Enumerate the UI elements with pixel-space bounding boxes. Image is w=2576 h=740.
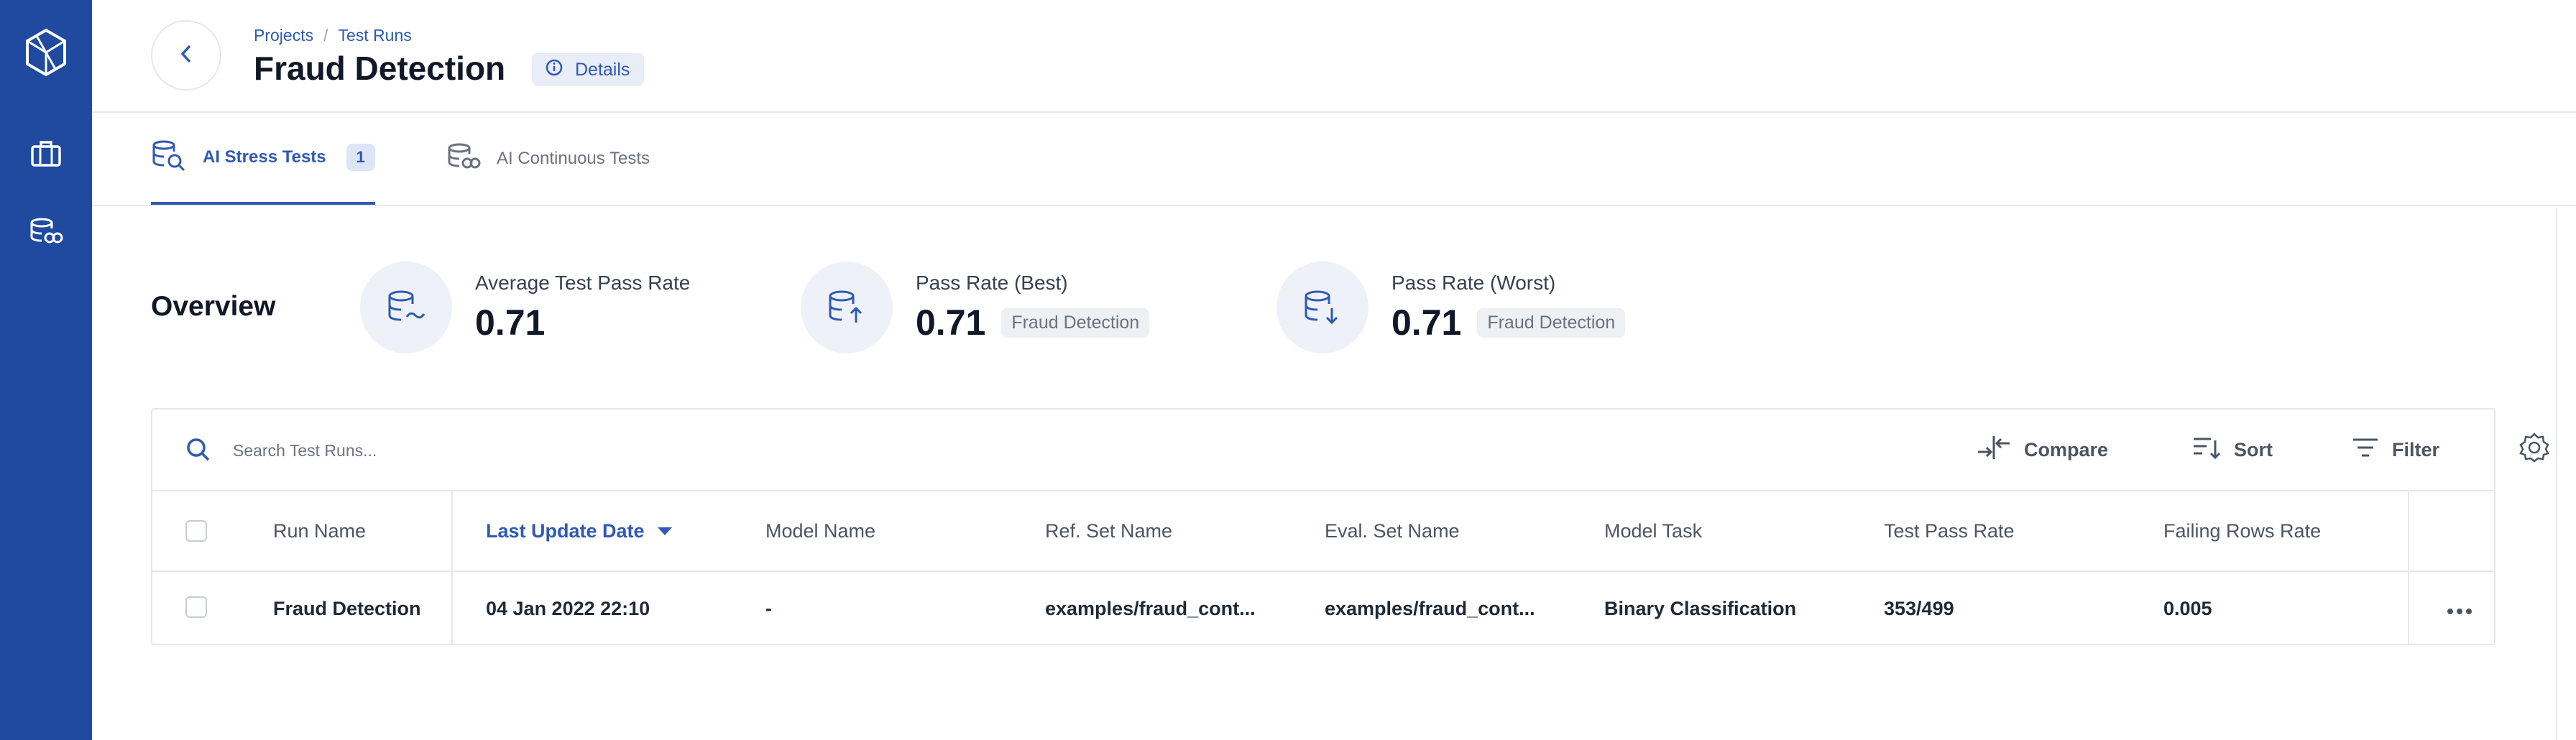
details-button[interactable]: Details <box>532 53 645 86</box>
stat-label: Pass Rate (Worst) <box>1392 272 1556 294</box>
stat-value: 0.71 <box>1392 302 1462 343</box>
row-actions-button[interactable] <box>2438 572 2481 645</box>
database-tests-icon <box>29 217 63 249</box>
column-header-run-name[interactable]: Run Name <box>273 491 366 570</box>
sidebar-item-tests[interactable] <box>24 211 68 254</box>
compare-button[interactable]: Compare <box>1977 431 2108 468</box>
row-checkbox[interactable] <box>185 596 207 618</box>
cube-logo-icon[interactable] <box>24 27 68 78</box>
chevron-left-icon <box>178 43 194 68</box>
page-title: Fraud Detection <box>254 50 506 87</box>
sort-label: Sort <box>2234 438 2273 461</box>
table-header: Run Name Last Update Date Model Name Ref… <box>152 491 2494 572</box>
database-search-icon <box>151 139 187 177</box>
details-label: Details <box>575 59 630 80</box>
stat-label: Pass Rate (Best) <box>916 272 1068 294</box>
briefcase-icon <box>30 139 62 172</box>
cell-eval-set-name: examples/fraud_cont... <box>1325 597 1535 619</box>
tab-ai-continuous-tests[interactable]: AI Continuous Tests <box>446 113 650 205</box>
page-header: Projects / Test Runs Fraud Detection Det… <box>92 0 2576 113</box>
cell-run-name: Fraud Detection <box>273 597 421 619</box>
table-row[interactable]: Fraud Detection 04 Jan 2022 22:10 - exam… <box>152 572 2494 645</box>
breadcrumb-projects[interactable]: Projects <box>254 26 313 45</box>
search-icon <box>185 437 211 466</box>
cell-ref-set-name: examples/fraud_cont... <box>1045 597 1256 619</box>
filter-label: Filter <box>2392 438 2440 461</box>
tab-label: AI Stress Tests <box>203 147 326 167</box>
tab-label: AI Continuous Tests <box>497 149 650 168</box>
column-header-eval-set-name[interactable]: Eval. Set Name <box>1325 491 1460 570</box>
column-header-model-name[interactable]: Model Name <box>765 491 875 570</box>
stat-chip: Fraud Detection <box>1001 307 1150 338</box>
sidebar <box>0 0 92 740</box>
column-header-ref-set-name[interactable]: Ref. Set Name <box>1045 491 1172 570</box>
more-horizontal-icon <box>2447 598 2472 620</box>
stat-chip: Fraud Detection <box>1477 307 1626 338</box>
cell-test-pass-rate: 353/499 <box>1884 597 1954 619</box>
database-trend-icon <box>360 262 452 353</box>
column-header-label: Last Update Date <box>486 519 645 542</box>
cell-failing-rows-rate: 0.005 <box>2163 597 2212 619</box>
tab-ai-stress-tests[interactable]: AI Stress Tests 1 <box>151 113 375 205</box>
compare-arrows-icon <box>1977 435 2011 466</box>
cell-model-task: Binary Classification <box>1604 597 1797 619</box>
main-content: Projects / Test Runs Fraud Detection Det… <box>92 0 2576 740</box>
sidebar-item-projects[interactable] <box>24 134 68 177</box>
column-header-model-task[interactable]: Model Task <box>1604 491 1702 570</box>
stat-label: Average Test Pass Rate <box>475 272 691 294</box>
test-runs-table: Compare Sort <box>151 408 2549 645</box>
compare-label: Compare <box>2024 438 2109 461</box>
breadcrumb: Projects / Test Runs <box>254 26 412 45</box>
sort-button[interactable]: Sort <box>2192 431 2273 468</box>
tab-count-badge: 1 <box>346 144 375 171</box>
table-settings-button[interactable] <box>2518 431 2550 468</box>
sort-icon <box>2192 435 2221 466</box>
tab-bar: AI Stress Tests 1 AI Continuous Tests <box>92 113 2576 206</box>
stat-average-pass-rate: Average Test Pass Rate 0.71 <box>360 262 690 353</box>
table-toolbar: Compare Sort <box>152 410 2549 491</box>
filter-icon <box>2352 437 2379 463</box>
column-header-last-update-date[interactable]: Last Update Date <box>486 491 672 570</box>
database-infinity-icon <box>446 142 481 176</box>
cell-model-name: - <box>765 597 772 619</box>
breadcrumb-separator: / <box>323 26 328 45</box>
overview-title: Overview <box>151 291 276 322</box>
breadcrumb-test-runs[interactable]: Test Runs <box>338 26 411 45</box>
info-icon <box>545 58 564 82</box>
stat-value: 0.71 <box>916 302 986 343</box>
database-arrow-down-icon <box>1276 262 1368 353</box>
stat-worst-pass-rate: Pass Rate (Worst) 0.71 Fraud Detection <box>1276 262 1626 353</box>
search-input[interactable] <box>233 434 880 467</box>
sort-desc-icon <box>657 527 672 535</box>
stat-value: 0.71 <box>475 302 546 343</box>
select-all-checkbox[interactable] <box>185 520 207 542</box>
gear-icon <box>2518 432 2550 468</box>
stat-best-pass-rate: Pass Rate (Best) 0.71 Fraud Detection <box>801 262 1150 353</box>
scrollbar[interactable] <box>2556 208 2576 740</box>
back-button[interactable] <box>151 20 221 91</box>
column-header-test-pass-rate[interactable]: Test Pass Rate <box>1884 491 2015 570</box>
column-header-failing-rows-rate[interactable]: Failing Rows Rate <box>2163 491 2321 570</box>
filter-button[interactable]: Filter <box>2352 431 2439 468</box>
database-arrow-up-icon <box>801 262 893 353</box>
cell-last-update-date: 04 Jan 2022 22:10 <box>486 597 650 619</box>
